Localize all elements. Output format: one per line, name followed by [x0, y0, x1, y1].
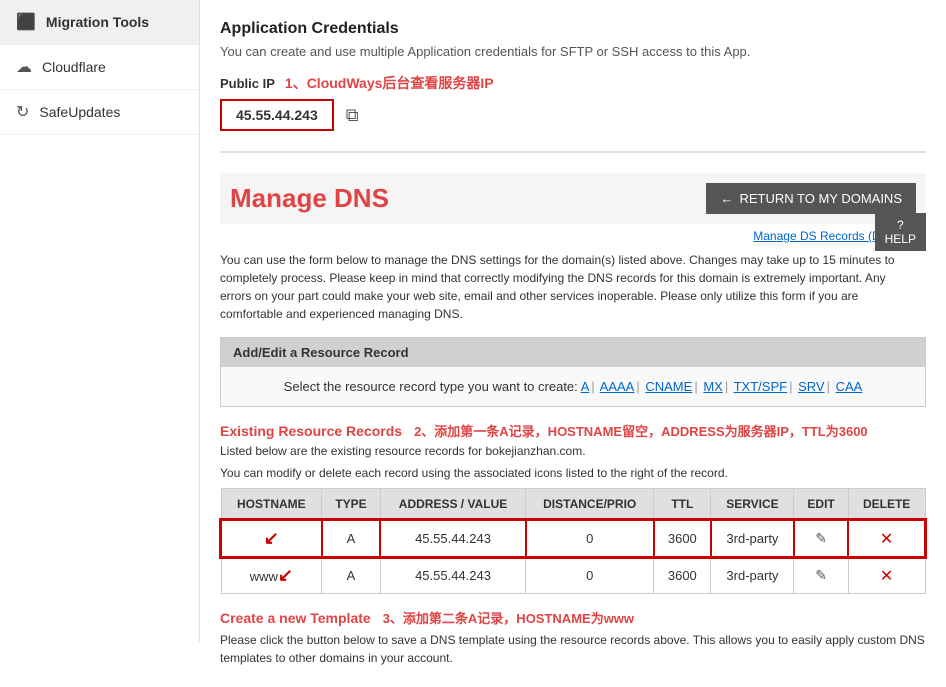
manage-ds-link-row: Manage DS Records (DNSSEC): [220, 228, 926, 243]
migration-tools-icon: ⬛: [16, 12, 36, 32]
create-template-header: Create a new Template 3、添加第二条A记录，HOSTNAM…: [220, 608, 926, 627]
record-type-cname[interactable]: CNAME: [645, 379, 692, 394]
existing-records-header: Existing Resource Records 2、添加第一条A记录，HOS…: [220, 421, 926, 440]
return-arrow-icon: ←: [720, 191, 733, 206]
arrow-icon: ↙: [278, 565, 293, 586]
sidebar: ⬛ Migration Tools ☁ Cloudflare ↻ SafeUpd…: [0, 0, 200, 642]
copy-icon[interactable]: ⧉: [346, 105, 359, 126]
cell-ttl: 3600: [654, 557, 711, 594]
safeupdates-icon: ↻: [16, 102, 29, 122]
add-edit-header: Add/Edit a Resource Record: [221, 338, 925, 367]
main-content: Application Credentials You can create a…: [200, 0, 946, 687]
ip-value: 45.55.44.243: [220, 99, 334, 131]
col-ttl: TTL: [654, 489, 711, 521]
cell-edit[interactable]: ✎: [794, 557, 848, 594]
sidebar-item-safeupdates[interactable]: ↻ SafeUpdates: [0, 90, 199, 135]
arrow-icon: ↙: [264, 528, 279, 549]
cell-delete[interactable]: ✕: [848, 520, 925, 557]
col-service: SERVICE: [711, 489, 794, 521]
cell-type: A: [322, 557, 381, 594]
sidebar-item-label: SafeUpdates: [39, 104, 120, 120]
cloudways-note: 1、CloudWays后台查看服务器IP: [285, 73, 494, 93]
cell-distance: 0: [526, 557, 654, 594]
create-template-section: Create a new Template 3、添加第二条A记录，HOSTNAM…: [220, 608, 926, 667]
manage-dns-title: Manage DNS: [230, 183, 389, 214]
sidebar-item-cloudflare[interactable]: ☁ Cloudflare: [0, 45, 199, 90]
dns-description: You can use the form below to manage the…: [220, 251, 920, 323]
app-credentials-title: Application Credentials: [220, 20, 926, 38]
cell-hostname: ↙: [221, 520, 322, 557]
public-ip-text: Public IP: [220, 76, 275, 91]
create-template-title: Create a new Template: [220, 610, 371, 626]
add-edit-body: Select the resource record type you want…: [221, 367, 925, 406]
table-row: www ↙A45.55.44.243036003rd-party ✎ ✕: [221, 557, 925, 594]
add-edit-section: Add/Edit a Resource Record Select the re…: [220, 337, 926, 407]
sidebar-item-label: Cloudflare: [42, 59, 106, 75]
help-button[interactable]: ? HELP: [875, 213, 926, 251]
record-type-aaaa[interactable]: AAAA: [600, 379, 635, 394]
help-icon: ?: [897, 218, 904, 232]
cell-delete[interactable]: ✕: [848, 557, 925, 594]
col-type: TYPE: [322, 489, 381, 521]
col-edit: EDIT: [794, 489, 848, 521]
sidebar-item-label: Migration Tools: [46, 14, 149, 30]
record-type-mx[interactable]: MX: [703, 379, 723, 394]
ip-box-row: 45.55.44.243 ⧉: [220, 99, 926, 131]
table-row: ↙ A45.55.44.243036003rd-party ✎ ✕: [221, 520, 925, 557]
dns-table: HOSTNAME TYPE ADDRESS / VALUE DISTANCE/P…: [220, 488, 926, 594]
cell-edit[interactable]: ✎: [794, 520, 848, 557]
annotation-1: 2、添加第一条A记录，HOSTNAME留空，ADDRESS为服务器IP，TTL为…: [414, 421, 868, 440]
col-hostname: HOSTNAME: [221, 489, 322, 521]
create-template-sub: Please click the button below to save a …: [220, 631, 926, 667]
record-type-caa[interactable]: CAA: [836, 379, 863, 394]
col-address: ADDRESS / VALUE: [380, 489, 525, 521]
record-type-srv[interactable]: SRV: [798, 379, 825, 394]
app-credentials-section: Application Credentials You can create a…: [220, 20, 926, 153]
cell-service: 3rd-party: [711, 557, 794, 594]
cell-service: 3rd-party: [711, 520, 794, 557]
existing-records-sub-2: You can modify or delete each record usi…: [220, 466, 926, 480]
public-ip-label: Public IP 1、CloudWays后台查看服务器IP: [220, 73, 926, 93]
sidebar-item-migration-tools[interactable]: ⬛ Migration Tools: [0, 0, 199, 45]
cell-distance: 0: [526, 520, 654, 557]
cell-address: 45.55.44.243: [380, 557, 525, 594]
existing-records-sub-1: Listed below are the existing resource r…: [220, 444, 926, 458]
existing-records-title: Existing Resource Records: [220, 423, 402, 439]
table-header-row: HOSTNAME TYPE ADDRESS / VALUE DISTANCE/P…: [221, 489, 925, 521]
col-distance: DISTANCE/PRIO: [526, 489, 654, 521]
delete-icon[interactable]: ✕: [880, 531, 893, 548]
cell-address: 45.55.44.243: [380, 520, 525, 557]
app-credentials-description: You can create and use multiple Applicat…: [220, 44, 926, 59]
return-to-domains-button[interactable]: ← RETURN TO MY DOMAINS: [706, 183, 916, 214]
manage-dns-header: Manage DNS ← RETURN TO MY DOMAINS: [220, 173, 926, 224]
col-delete: DELETE: [848, 489, 925, 521]
record-type-txtspf[interactable]: TXT/SPF: [734, 379, 787, 394]
cloudflare-icon: ☁: [16, 57, 32, 77]
cell-hostname: www ↙: [221, 557, 322, 594]
help-label: HELP: [885, 232, 916, 246]
edit-icon[interactable]: ✎: [815, 530, 827, 546]
cell-ttl: 3600: [654, 520, 711, 557]
select-record-text: Select the resource record type you want…: [284, 379, 578, 394]
return-btn-label: RETURN TO MY DOMAINS: [739, 191, 902, 206]
cell-type: A: [322, 520, 381, 557]
dns-section: Manage DNS ← RETURN TO MY DOMAINS Manage…: [220, 173, 926, 667]
delete-icon[interactable]: ✕: [880, 568, 893, 585]
edit-icon[interactable]: ✎: [815, 567, 827, 583]
annotation-3: 3、添加第二条A记录，HOSTNAME为www: [383, 608, 634, 627]
record-type-a[interactable]: A: [581, 379, 590, 394]
